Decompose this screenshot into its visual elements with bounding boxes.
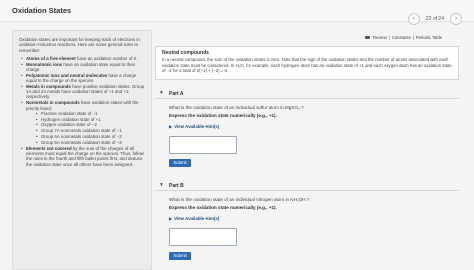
subrule-item: Group 7A nonmetals oxidation state of −1 bbox=[34, 128, 145, 134]
part-a-header[interactable]: ▼ Part A bbox=[155, 88, 459, 99]
part-b-hints-link[interactable]: ▶ View Available Hint(s) bbox=[169, 216, 219, 221]
nonmetal-priority-list: Fluorine oxidation state of −1 Hydrogen … bbox=[34, 111, 145, 146]
neutral-compounds-box: Neutral compounds In a neutral compound,… bbox=[155, 46, 459, 80]
separator: | bbox=[388, 35, 390, 40]
subrule-item: Hydrogen oxidation state of +1 bbox=[34, 117, 145, 123]
rule-item: Monoatomic ions have an oxidation state … bbox=[19, 62, 145, 73]
subrule-item: Oxygen oxidation state of −2 bbox=[34, 122, 145, 128]
part-b-submit-button[interactable]: Submit bbox=[169, 252, 191, 260]
expand-arrow-icon: ▶ bbox=[169, 216, 173, 221]
page-counter: 22 of 24 bbox=[425, 16, 444, 22]
neutral-compounds-text: In a neutral compound, the sum of the ox… bbox=[162, 57, 452, 73]
review-link[interactable]: Review bbox=[373, 35, 387, 40]
part-b-answer-format: Express the oxidation state numerically … bbox=[169, 205, 277, 210]
rule-item: Atoms of a free element have an oxidatio… bbox=[19, 56, 145, 62]
subrule-item: Group 5A nonmetals oxidation state of −3 bbox=[34, 140, 145, 146]
neutral-compounds-title: Neutral compounds bbox=[162, 50, 209, 56]
next-page-button[interactable]: › bbox=[450, 13, 462, 25]
subrule-item: Group 6A nonmetals oxidation state of −2 bbox=[34, 134, 145, 140]
part-a-label: Part A bbox=[169, 91, 184, 97]
collapse-caret-icon[interactable]: ▼ bbox=[159, 182, 164, 188]
part-a-submit-button[interactable]: Submit bbox=[169, 159, 191, 167]
review-icon bbox=[365, 36, 370, 39]
part-b-header[interactable]: ▼ Part B bbox=[155, 180, 459, 191]
periodic-table-link[interactable]: Periodic Table bbox=[416, 35, 442, 40]
collapse-caret-icon[interactable]: ▼ bbox=[159, 90, 164, 96]
part-b-answer-input[interactable] bbox=[169, 228, 237, 246]
part-a-hints-link[interactable]: ▶ View Available Hint(s) bbox=[169, 124, 219, 129]
subrule-item: Fluorine oxidation state of −1 bbox=[34, 111, 145, 117]
part-a-answer-format: Express the oxidation state numerically … bbox=[169, 113, 277, 118]
part-a-question: What is the oxidation state of an indivi… bbox=[169, 105, 304, 110]
rule-item: Metals in compounds have positive oxidat… bbox=[19, 84, 145, 100]
resource-links: Review | Constants | Periodic Table bbox=[365, 35, 442, 40]
separator: | bbox=[412, 35, 414, 40]
rule-item: Nonmetals in compounds have oxidation st… bbox=[19, 100, 145, 145]
title-bar: Oxidation States bbox=[0, 0, 474, 22]
constants-link[interactable]: Constants bbox=[392, 35, 411, 40]
part-b-label: Part B bbox=[169, 183, 184, 189]
rule-item: Elements not covered by the sum of the c… bbox=[19, 146, 145, 167]
part-a-answer-input[interactable] bbox=[169, 136, 237, 154]
part-b-question: What is the oxidation state of an indivi… bbox=[169, 197, 310, 202]
pager: ‹ 22 of 24 › bbox=[407, 13, 462, 25]
prev-page-button[interactable]: ‹ bbox=[407, 13, 420, 25]
rule-item: Polyatomic ions and neutral molecules ha… bbox=[19, 73, 145, 84]
page-title: Oxidation States bbox=[12, 6, 72, 15]
rules-panel: Oxidation states are important for keepi… bbox=[12, 30, 152, 270]
rules-list: Atoms of a free element have an oxidatio… bbox=[19, 56, 145, 167]
expand-arrow-icon: ▶ bbox=[169, 124, 173, 129]
rules-intro: Oxidation states are important for keepi… bbox=[19, 37, 140, 53]
